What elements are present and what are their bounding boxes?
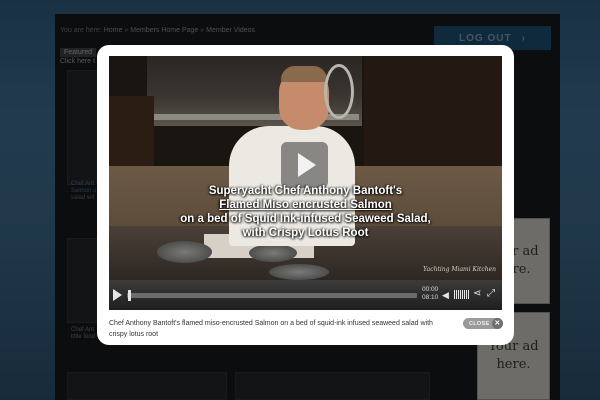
progress-bar[interactable] [127,293,417,298]
video-title-line: on a bed of Squid Ink-infused Seaweed Sa… [180,213,431,225]
close-button[interactable]: CLOSE ✕ [463,318,503,329]
scene-chef-hair [281,66,327,82]
volume-slider[interactable] [454,290,469,299]
video-title-line: Flamed Miso encrusted Salmon [219,199,392,211]
play-overlay-button[interactable] [281,142,328,188]
video-title-overlay: Superyacht Chef Anthony Bantoft's Flamed… [109,184,502,240]
video-caption: Chef Anthony Bantoft's flamed miso-encru… [109,320,433,338]
play-icon[interactable] [113,289,122,301]
time-display: 00:00 08:10 [422,286,438,302]
video-title-line: Superyacht Chef Anthony Bantoft's [208,185,403,197]
video-player: Superyacht Chef Anthony Bantoft's Flamed… [109,56,503,344]
video-screen[interactable]: Superyacht Chef Anthony Bantoft's Flamed… [109,56,502,280]
scene-pan [269,264,329,280]
video-modal: Superyacht Chef Anthony Bantoft's Flamed… [97,45,514,345]
close-label: CLOSE [469,320,490,327]
video-title-line: with Crispy Lotus Root [242,227,369,239]
video-controls: 00:00 08:10 ◀ ⋖ ⤢ [109,280,502,310]
scene-hanging-pots [324,64,354,119]
video-watermark: Yachting Miami Kitchen [423,266,496,273]
scene-pan [157,241,212,263]
time-total: 08:10 [422,294,439,301]
scene-pan [249,244,297,262]
volume-icon[interactable]: ◀ [442,291,449,300]
close-icon: ✕ [492,318,503,329]
play-icon [298,153,316,177]
progress-handle[interactable] [128,290,131,301]
fullscreen-icon[interactable]: ⤢ [487,289,495,299]
time-current: 00:00 [422,286,439,293]
scene-cabinets [364,56,502,176]
share-icon[interactable]: ⋖ [473,289,481,299]
